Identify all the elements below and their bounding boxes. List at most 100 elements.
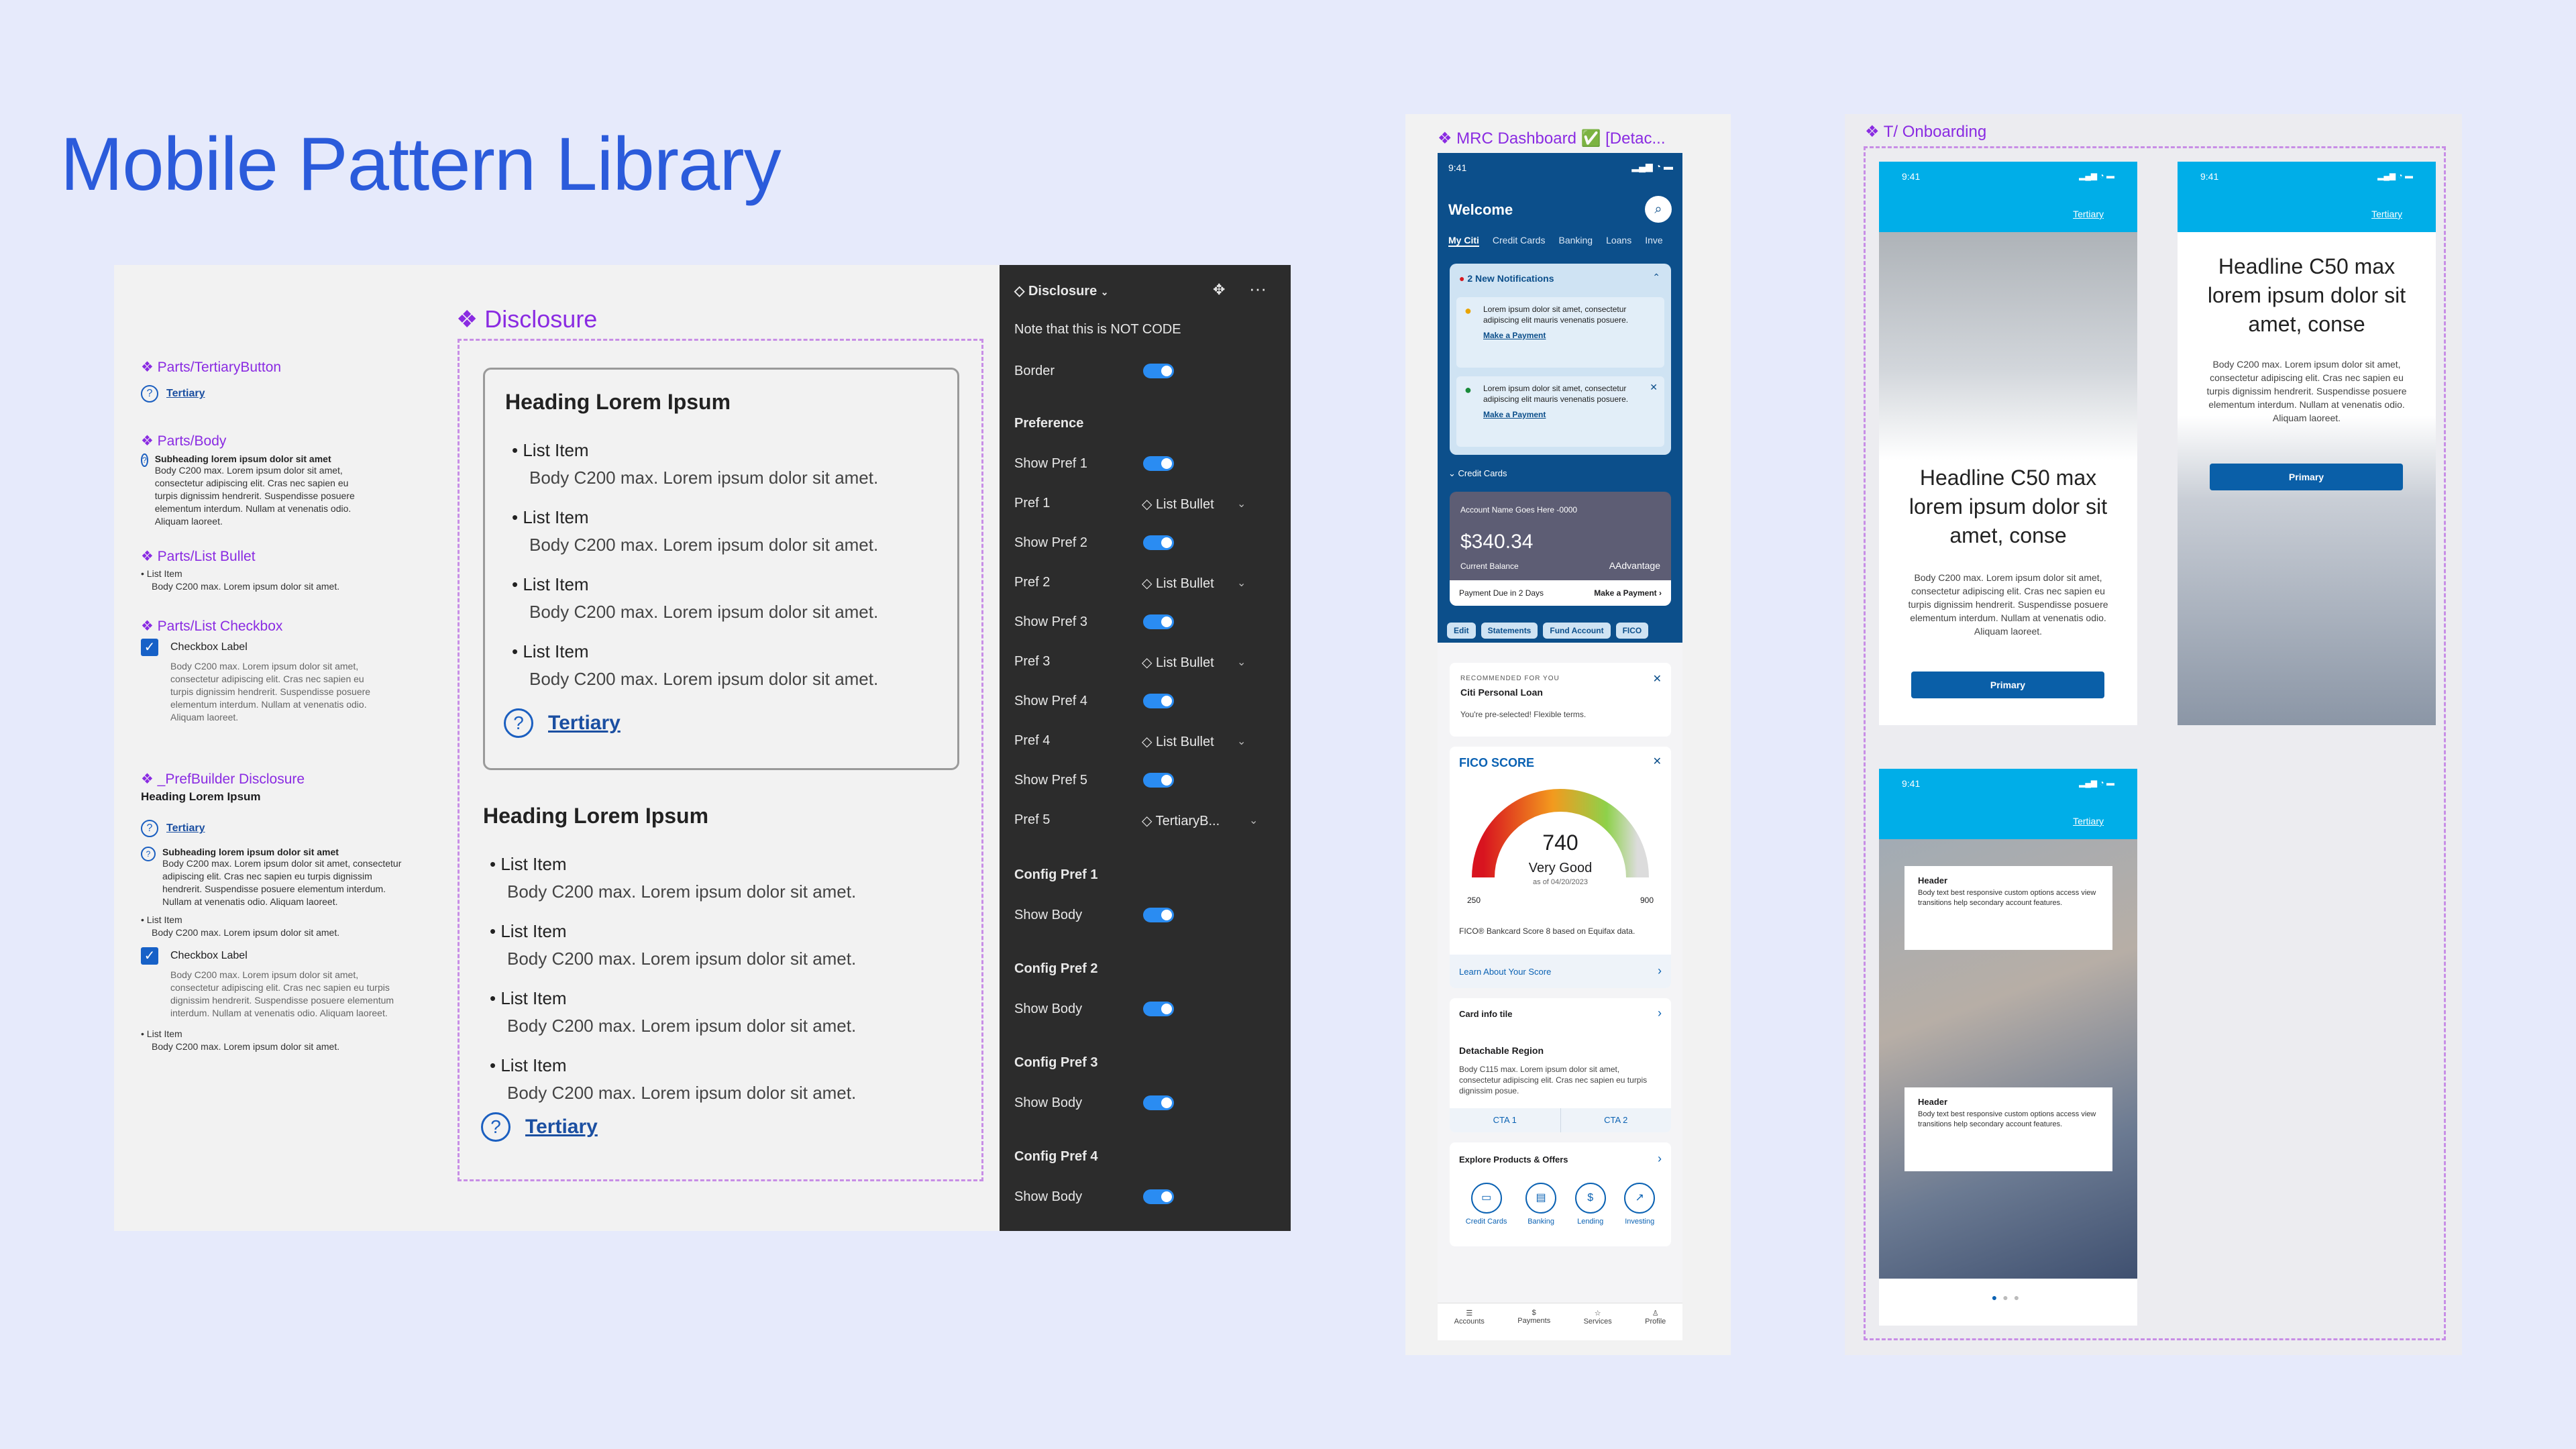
- disclosure-heading-unbordered: Heading Lorem Ipsum: [483, 804, 709, 828]
- config-4-toggle[interactable]: [1143, 1189, 1174, 1204]
- notif-header[interactable]: ● 2 New Notifications: [1459, 273, 1554, 284]
- detachable-title: Detachable Region: [1459, 1045, 1544, 1056]
- show-pref-3-toggle[interactable]: [1143, 614, 1174, 629]
- pref-row-label: Pref 2: [1014, 575, 1051, 590]
- product-row: ▭ Credit Cards ▤ Banking $ Lending ↗ Investi…: [1456, 1183, 1664, 1226]
- tertiary-button[interactable]: ? Tertiary: [481, 1112, 598, 1142]
- make-payment-link[interactable]: Make a Payment: [1483, 410, 1658, 419]
- product-credit-cards[interactable]: ▭ Credit Cards: [1466, 1183, 1507, 1226]
- tab-credit-cards[interactable]: Credit Cards: [1493, 235, 1546, 247]
- tertiary-link[interactable]: Tertiary: [166, 388, 205, 399]
- make-payment-link[interactable]: Make a Payment ›: [1594, 588, 1662, 598]
- primary-button[interactable]: Primary: [1911, 672, 2104, 698]
- product-banking[interactable]: ▤ Banking: [1525, 1183, 1557, 1226]
- config-2-toggle[interactable]: [1143, 1002, 1174, 1016]
- chip-edit[interactable]: Edit: [1447, 623, 1476, 639]
- header-area: 9:41 ▂▄▆ ◔ ▬ Welcome ⌕ My Citi Credit Ca…: [1438, 153, 1682, 623]
- config-heading: Config Pref 1: [1014, 867, 1098, 882]
- tertiary-link[interactable]: Tertiary: [2073, 816, 2104, 826]
- tertiary-link[interactable]: Tertiary: [166, 822, 205, 834]
- pref-5-select[interactable]: ◇ TertiaryB...: [1142, 812, 1220, 829]
- section-title: ❖ Parts/List Bullet: [141, 549, 256, 564]
- chevron-down-icon[interactable]: ⌄: [1237, 655, 1246, 669]
- cta-2-button[interactable]: CTA 2: [1561, 1108, 1672, 1132]
- chevron-down-icon[interactable]: ⌄: [1237, 576, 1246, 590]
- component-icon[interactable]: ✥: [1213, 281, 1225, 299]
- chevron-down-icon[interactable]: ⌄: [1237, 735, 1246, 748]
- fico-link-row[interactable]: Learn About Your Score ›: [1450, 955, 1671, 988]
- config-3-toggle[interactable]: [1143, 1095, 1174, 1110]
- tertiary-button[interactable]: ? Tertiary: [504, 708, 621, 738]
- close-icon[interactable]: ✕: [1653, 672, 1662, 686]
- account-card[interactable]: Account Name Goes Here -0000 $340.34 Cur…: [1450, 492, 1671, 606]
- frame-title: ❖ MRC Dashboard ✅ [Detac...: [1438, 129, 1666, 148]
- chevron-right-icon[interactable]: ›: [1658, 1006, 1662, 1020]
- close-icon[interactable]: ✕: [1650, 382, 1658, 393]
- close-icon[interactable]: ✕: [1653, 755, 1662, 768]
- explore-title[interactable]: Explore Products & Offers: [1459, 1155, 1568, 1165]
- nav-payments[interactable]: $ Payments: [1517, 1303, 1550, 1340]
- chevron-up-icon[interactable]: ⌃: [1652, 272, 1660, 283]
- card-info-title[interactable]: Card info tile: [1459, 1009, 1512, 1019]
- pref-2-select[interactable]: ◇ List Bullet: [1142, 575, 1214, 592]
- headline: Headline C50 max lorem ipsum dolor sit a…: [1909, 466, 2108, 547]
- properties-panel: ◇ Disclosure ⌄ ✥ ··· Note that this is N…: [1000, 265, 1291, 1231]
- frame-title: ❖ T/ Onboarding: [1865, 123, 1987, 141]
- border-toggle[interactable]: [1143, 364, 1174, 378]
- tertiary-link[interactable]: Tertiary: [2371, 209, 2402, 219]
- checkbox[interactable]: ✓: [141, 639, 158, 656]
- recommendation-card[interactable]: RECOMMENDED FOR YOU Citi Personal Loan Y…: [1450, 663, 1671, 737]
- list-item-body: Body C200 max. Lorem ipsum dolor sit ame…: [152, 1041, 340, 1052]
- page-dots[interactable]: ●●●: [1879, 1292, 2137, 1303]
- notification-item: ● Lorem ipsum dolor sit amet, consectetu…: [1456, 297, 1664, 368]
- pref-3-select[interactable]: ◇ List Bullet: [1142, 654, 1214, 671]
- tab-loans[interactable]: Loans: [1606, 235, 1631, 247]
- product-investing[interactable]: ↗ Investing: [1624, 1183, 1656, 1226]
- fico-logo: FICO SCORE: [1459, 756, 1535, 769]
- chevron-down-icon[interactable]: ⌄: [1249, 814, 1258, 827]
- component-selector[interactable]: ◇ Disclosure ⌄: [1014, 282, 1109, 299]
- tertiary-button-part: ❖ Parts/TertiaryButton ? Tertiary: [141, 359, 281, 402]
- make-payment-link[interactable]: Make a Payment: [1483, 331, 1658, 340]
- tab-my-citi[interactable]: My Citi: [1448, 235, 1479, 247]
- show-pref-4-toggle[interactable]: [1143, 694, 1174, 708]
- prefbuilder-part: ❖ _PrefBuilder Disclosure Heading Lorem …: [141, 771, 402, 1053]
- pref-4-select[interactable]: ◇ List Bullet: [1142, 733, 1214, 750]
- cta-row: CTA 1 CTA 2: [1450, 1108, 1671, 1132]
- pref-row-label: Pref 4: [1014, 733, 1051, 748]
- search-icon[interactable]: ⌕: [1645, 196, 1672, 223]
- pref-1-select[interactable]: ◇ List Bullet: [1142, 496, 1214, 513]
- section-title: ❖ _PrefBuilder Disclosure: [141, 771, 305, 787]
- chip-statements[interactable]: Statements: [1481, 623, 1538, 639]
- nav-profile[interactable]: ♙ Profile: [1645, 1303, 1666, 1340]
- tertiary-link[interactable]: Tertiary: [2073, 209, 2104, 219]
- config-1-toggle[interactable]: [1143, 908, 1174, 922]
- chip-bar: Edit Statements Fund Account FICO: [1438, 623, 1682, 643]
- chevron-right-icon[interactable]: ›: [1658, 1152, 1662, 1166]
- cta-1-button[interactable]: CTA 1: [1450, 1108, 1561, 1132]
- show-pref-1-toggle[interactable]: [1143, 456, 1174, 471]
- list-item-body: Body C200 max. Lorem ipsum dolor sit ame…: [152, 581, 340, 592]
- primary-button[interactable]: Primary: [2210, 464, 2403, 490]
- chip-fund-account[interactable]: Fund Account: [1543, 623, 1611, 639]
- nav-accounts[interactable]: ☰ Accounts: [1454, 1303, 1485, 1340]
- show-pref-5-toggle[interactable]: [1143, 773, 1174, 788]
- tab-banking[interactable]: Banking: [1558, 235, 1593, 247]
- payment-due: Payment Due in 2 Days: [1459, 588, 1544, 598]
- onboarding-variants: 9:41 ▂▄▆ ◔ ▬ Tertiary Headline C50 max l…: [1864, 146, 2446, 1340]
- tab-investing[interactable]: Inve: [1645, 235, 1662, 247]
- nav-services[interactable]: ☆ Services: [1584, 1303, 1612, 1340]
- disclosure-title: ❖ Disclosure: [456, 305, 598, 333]
- product-lending[interactable]: $ Lending: [1574, 1183, 1606, 1226]
- chip-fico[interactable]: FICO: [1615, 623, 1649, 639]
- reco-title: Citi Personal Loan: [1460, 687, 1543, 698]
- show-pref-2-toggle[interactable]: [1143, 535, 1174, 550]
- reco-body: You're pre-selected! Flexible terms.: [1460, 710, 1587, 719]
- chevron-down-icon[interactable]: ⌄: [1237, 497, 1246, 511]
- balance: $340.34: [1460, 531, 1534, 553]
- heading: Heading Lorem Ipsum: [141, 790, 261, 803]
- section-title: ❖ Parts/TertiaryButton: [141, 360, 282, 375]
- checkbox[interactable]: ✓: [141, 947, 158, 965]
- more-icon[interactable]: ···: [1249, 278, 1267, 299]
- list-item: • List Item Body C200 max. Lorem ipsum do…: [512, 574, 879, 622]
